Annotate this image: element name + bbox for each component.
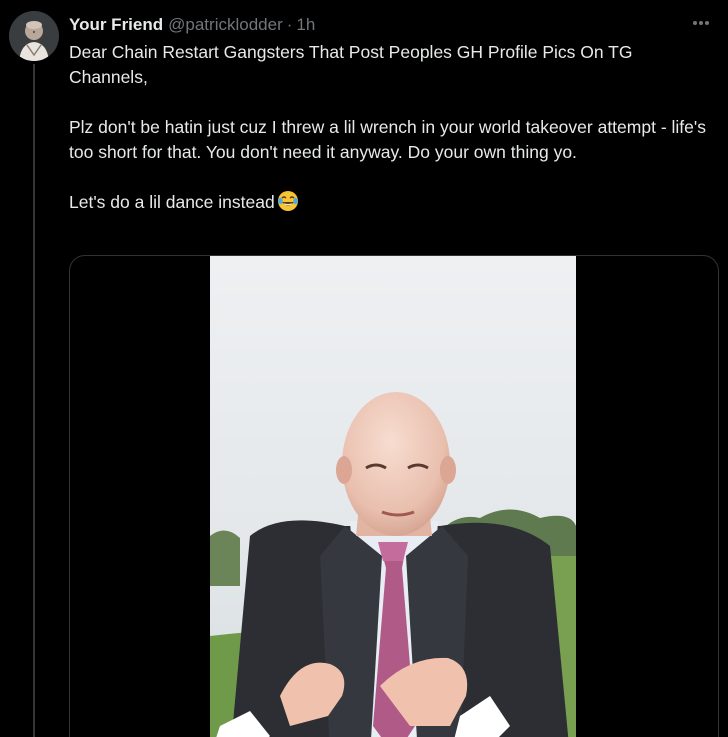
dancing-man-video-thumbnail xyxy=(210,256,576,737)
face-with-tears-of-joy-icon xyxy=(277,190,299,219)
author-avatar[interactable] xyxy=(9,11,59,61)
tweet-paragraph-3: Let's do a lil dance instead xyxy=(69,190,709,219)
tweet-timestamp[interactable]: 1h xyxy=(296,15,315,35)
tweet-paragraph-1: Dear Chain Restart Gangsters That Post P… xyxy=(69,42,633,87)
tweet-header: Your Friend @patricklodder · 1h xyxy=(69,13,688,37)
thread-line xyxy=(33,64,35,737)
author-display-name[interactable]: Your Friend xyxy=(69,15,163,35)
video-media[interactable] xyxy=(69,255,719,737)
video-thumbnail[interactable] xyxy=(210,256,576,737)
ellipsis-icon xyxy=(693,21,709,25)
tweet-body: Dear Chain Restart Gangsters That Post P… xyxy=(69,40,709,219)
tweet-paragraph-3-text: Let's do a lil dance instead xyxy=(69,192,275,212)
tweet-paragraph-2: Plz don't be hatin just cuz I threw a li… xyxy=(69,117,706,162)
avatar-monk-icon xyxy=(9,11,59,61)
header-separator: · xyxy=(286,15,293,34)
more-options-button[interactable] xyxy=(688,12,714,34)
author-handle[interactable]: @patricklodder xyxy=(168,15,283,35)
